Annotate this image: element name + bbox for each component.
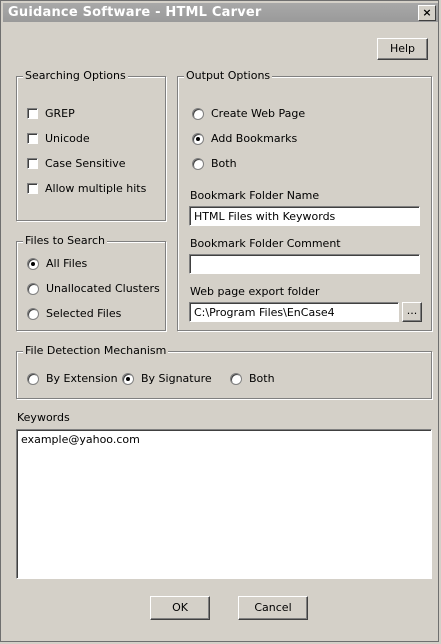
unallocated-clusters-label: Unallocated Clusters: [46, 282, 160, 295]
window-title: Guidance Software - HTML Carver: [8, 5, 262, 20]
output-both-radio[interactable]: [192, 157, 204, 170]
unicode-checkbox[interactable]: [27, 133, 38, 144]
all-files-option[interactable]: All Files: [27, 257, 87, 270]
bookmark-folder-comment-label: Bookmark Folder Comment: [190, 237, 341, 250]
html-carver-dialog: Guidance Software - HTML Carver × Help S…: [0, 0, 439, 642]
allow-multiple-hits-option[interactable]: Allow multiple hits: [27, 182, 146, 195]
add-bookmarks-label: Add Bookmarks: [211, 132, 298, 145]
files-to-search-label: Files to Search: [23, 234, 107, 247]
ok-button[interactable]: OK: [150, 596, 210, 620]
create-web-page-label: Create Web Page: [211, 107, 306, 120]
searching-options-label: Searching Options: [23, 69, 128, 82]
keywords-label: Keywords: [17, 411, 70, 424]
output-options-group: Output Options Create Web Page Add Bookm…: [177, 69, 432, 331]
case-sensitive-option[interactable]: Case Sensitive: [27, 157, 126, 170]
bookmark-folder-comment-input[interactable]: [189, 254, 420, 274]
unallocated-clusters-option[interactable]: Unallocated Clusters: [27, 282, 160, 295]
by-signature-option[interactable]: By Signature: [122, 372, 212, 385]
close-icon[interactable]: ×: [418, 5, 436, 21]
cancel-button[interactable]: Cancel: [238, 596, 308, 620]
by-extension-option[interactable]: By Extension: [27, 372, 118, 385]
title-bar[interactable]: Guidance Software - HTML Carver ×: [3, 3, 438, 22]
files-to-search-group: Files to Search All Files Unallocated Cl…: [16, 234, 166, 331]
detection-both-radio[interactable]: [230, 372, 242, 385]
case-sensitive-label: Case Sensitive: [45, 157, 126, 170]
export-folder-label: Web page export folder: [190, 285, 320, 298]
output-both-label: Both: [211, 157, 237, 170]
file-detection-label: File Detection Mechanism: [23, 344, 169, 357]
selected-files-label: Selected Files: [46, 307, 122, 320]
add-bookmarks-option[interactable]: Add Bookmarks: [192, 132, 297, 145]
by-signature-label: By Signature: [141, 372, 212, 385]
all-files-radio[interactable]: [27, 257, 39, 270]
all-files-label: All Files: [46, 257, 88, 270]
case-sensitive-checkbox[interactable]: [27, 158, 38, 169]
allow-multiple-hits-label: Allow multiple hits: [45, 182, 147, 195]
browse-button[interactable]: ...: [402, 302, 422, 322]
create-web-page-option[interactable]: Create Web Page: [192, 107, 305, 120]
selected-files-option[interactable]: Selected Files: [27, 307, 121, 320]
export-folder-input[interactable]: C:\Program Files\EnCase4: [189, 302, 399, 322]
keywords-textarea[interactable]: example@yahoo.com: [16, 429, 432, 579]
searching-options-group: Searching Options GREP Unicode Case Sens…: [16, 69, 166, 221]
by-extension-radio[interactable]: [27, 372, 39, 385]
bookmark-folder-name-input[interactable]: HTML Files with Keywords: [189, 206, 420, 226]
allow-multiple-hits-checkbox[interactable]: [27, 183, 38, 194]
add-bookmarks-radio[interactable]: [192, 132, 204, 145]
by-extension-label: By Extension: [46, 372, 118, 385]
detection-both-label: Both: [249, 372, 275, 385]
grep-option[interactable]: GREP: [27, 107, 75, 120]
detection-both-option[interactable]: Both: [230, 372, 275, 385]
file-detection-group: File Detection Mechanism By Extension By…: [16, 344, 432, 399]
create-web-page-radio[interactable]: [192, 107, 204, 120]
grep-label: GREP: [45, 107, 75, 120]
output-options-label: Output Options: [184, 69, 273, 82]
output-both-option[interactable]: Both: [192, 157, 237, 170]
by-signature-radio[interactable]: [122, 372, 134, 385]
selected-files-radio[interactable]: [27, 307, 39, 320]
grep-checkbox[interactable]: [27, 108, 38, 119]
unicode-option[interactable]: Unicode: [27, 132, 90, 145]
help-button[interactable]: Help: [377, 38, 428, 60]
bookmark-folder-name-label: Bookmark Folder Name: [190, 189, 320, 202]
unicode-label: Unicode: [45, 132, 90, 145]
unallocated-clusters-radio[interactable]: [27, 282, 39, 295]
